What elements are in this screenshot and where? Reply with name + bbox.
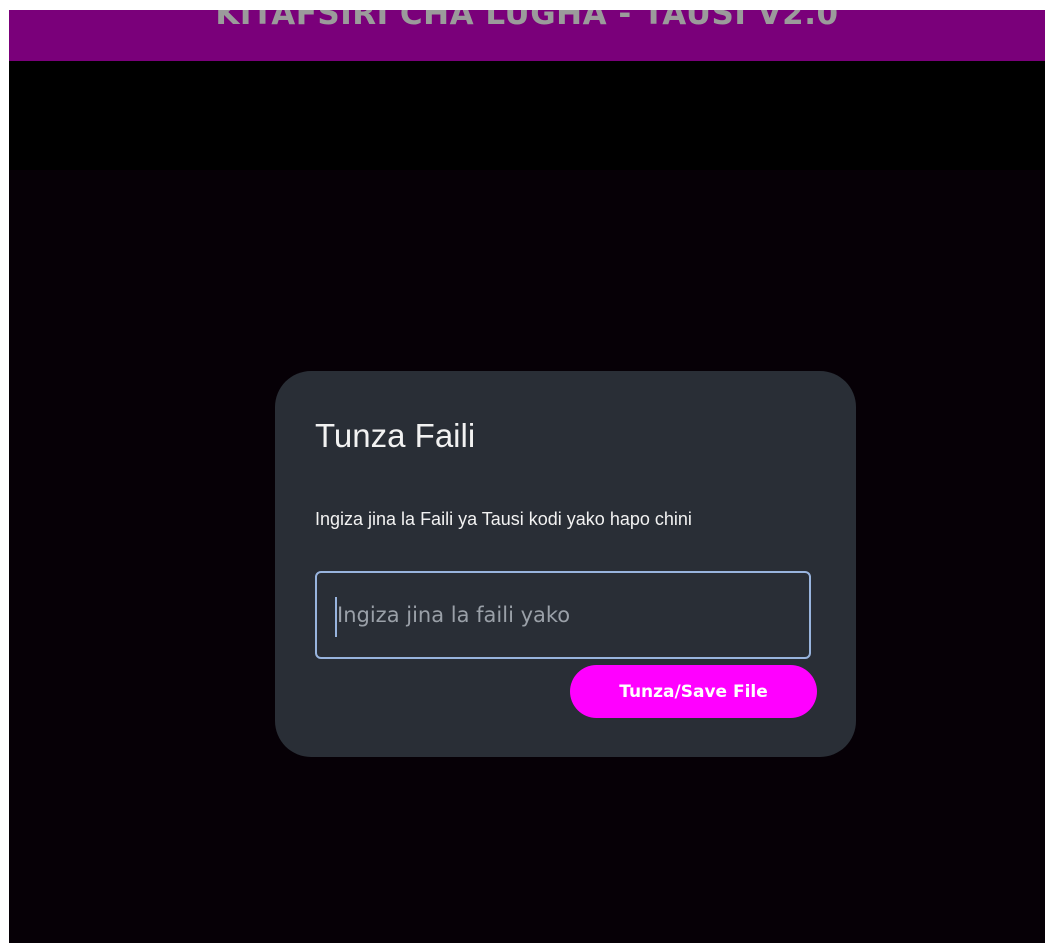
save-file-button[interactable]: Tunza/Save File: [570, 665, 817, 718]
app-title: KITAFSIRI CHA LUGHA - TAUSI V2.0: [215, 10, 839, 32]
app-window: KITAFSIRI CHA LUGHA - TAUSI V2.0 Tunza F…: [9, 10, 1045, 943]
dialog-message: Ingiza jina la Faili ya Tausi kodi yako …: [315, 509, 692, 529]
save-file-dialog: Tunza Faili Ingiza jina la Faili ya Taus…: [275, 371, 856, 757]
app-header: KITAFSIRI CHA LUGHA - TAUSI V2.0: [9, 10, 1045, 61]
filename-input[interactable]: [315, 571, 811, 659]
top-bar: [9, 61, 1045, 170]
text-cursor: [335, 597, 337, 637]
dialog-title: Tunza Faili: [315, 417, 476, 454]
